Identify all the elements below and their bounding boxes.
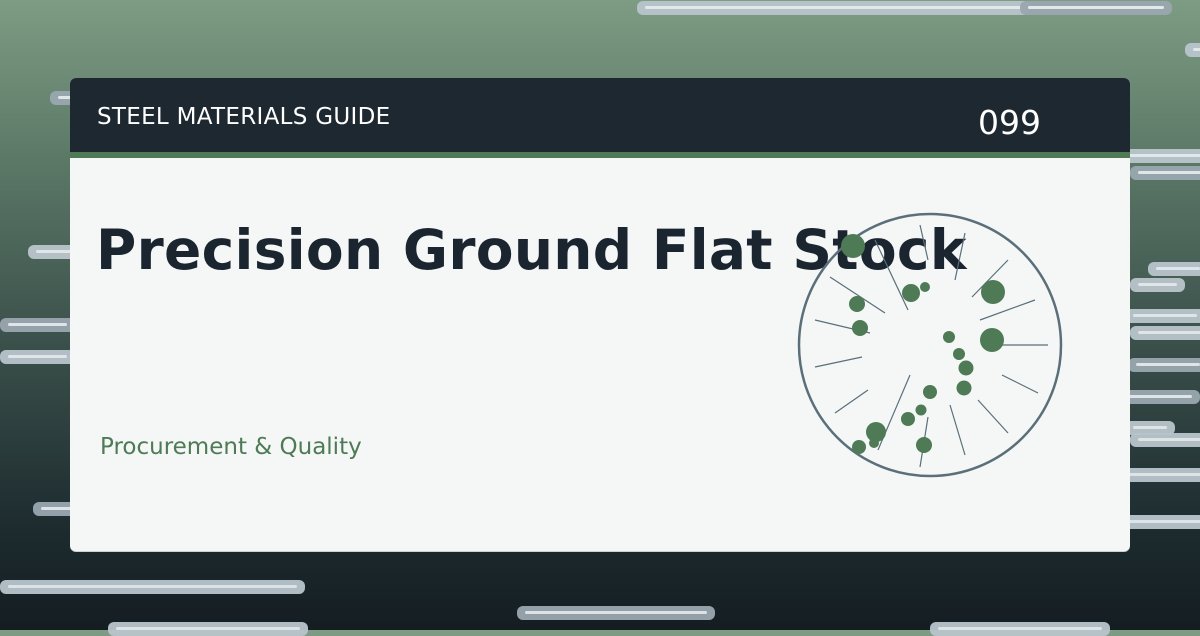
streak bbox=[0, 580, 305, 594]
streak bbox=[1130, 166, 1200, 180]
streak bbox=[1130, 326, 1200, 340]
streak bbox=[1020, 1, 1172, 15]
streak bbox=[1128, 358, 1200, 372]
streak bbox=[108, 622, 308, 636]
streak bbox=[1148, 262, 1200, 276]
streak bbox=[930, 622, 1110, 636]
streak bbox=[0, 318, 75, 332]
issue-number: 099 bbox=[978, 103, 1041, 142]
page-subtitle: Procurement & Quality bbox=[100, 434, 362, 460]
streak bbox=[1125, 309, 1200, 323]
streak bbox=[517, 606, 715, 620]
header-accent-bar bbox=[70, 152, 1130, 158]
streak bbox=[0, 350, 75, 364]
streak bbox=[637, 1, 1030, 15]
streak bbox=[1185, 43, 1200, 57]
steel-grain-disc-icon bbox=[797, 212, 1063, 478]
streak bbox=[1130, 433, 1200, 447]
category-label: STEEL MATERIALS GUIDE bbox=[97, 104, 391, 130]
card-header: STEEL MATERIALS GUIDE 099 bbox=[70, 78, 1130, 152]
streak bbox=[1130, 278, 1185, 292]
streak bbox=[1120, 390, 1200, 404]
